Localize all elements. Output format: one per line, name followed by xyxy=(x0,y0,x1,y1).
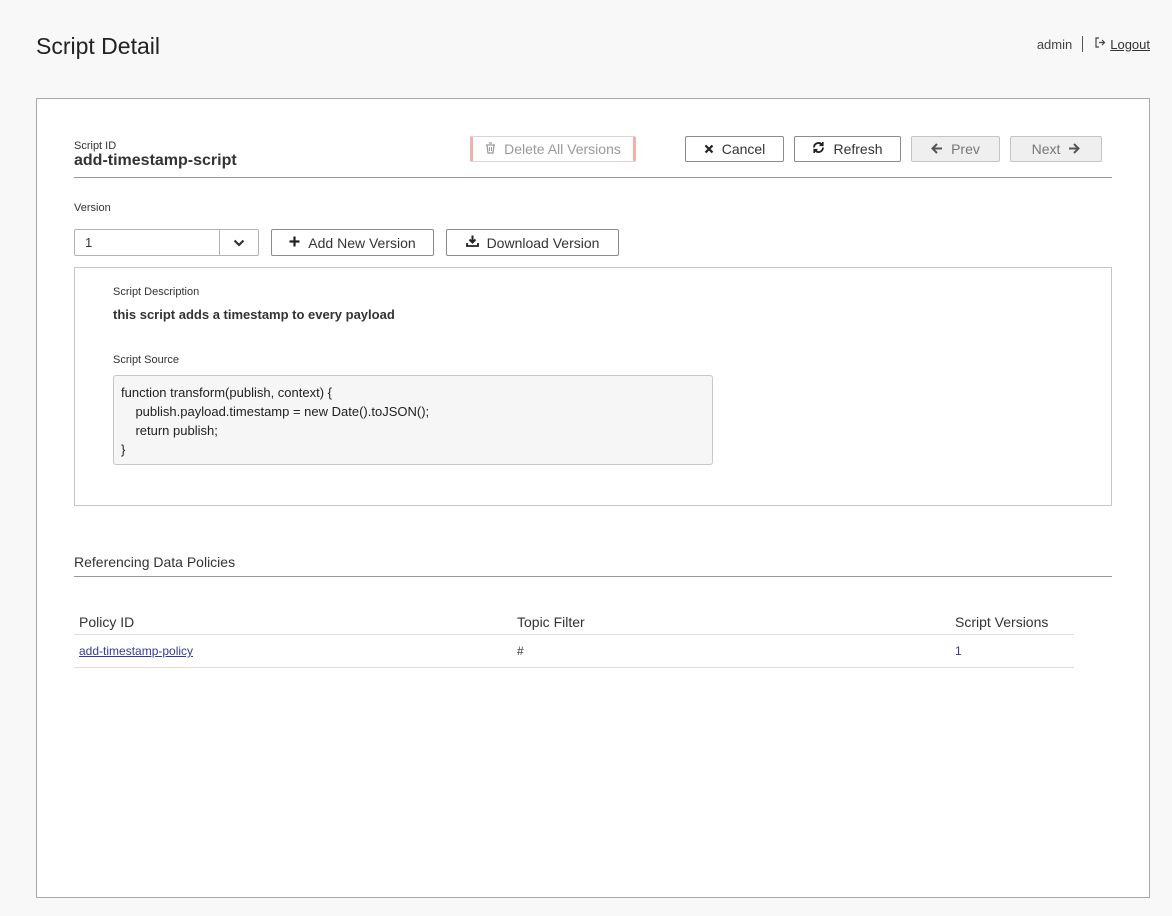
arrow-left-icon xyxy=(931,142,943,157)
refresh-icon xyxy=(812,141,825,157)
script-description-label: Script Description xyxy=(113,286,200,298)
download-version-label: Download Version xyxy=(486,234,600,251)
prev-button[interactable]: Prev xyxy=(911,136,1000,162)
username: admin xyxy=(1036,36,1073,52)
script-versions-cell: 1 xyxy=(950,634,1074,668)
download-icon xyxy=(465,235,479,250)
version-label: Version xyxy=(74,202,111,214)
divider xyxy=(1082,36,1084,52)
next-label: Next xyxy=(1031,141,1061,157)
version-select[interactable]: 1 xyxy=(74,229,259,256)
script-source-code[interactable]: function transform(publish, context) { p… xyxy=(113,375,713,465)
script-source-label: Script Source xyxy=(113,354,180,366)
policies-table: Policy ID Topic Filter Script Versions a… xyxy=(74,609,1074,668)
refresh-label: Refresh xyxy=(833,141,883,157)
logout-link[interactable]: Logout xyxy=(1095,37,1150,52)
download-version-button[interactable]: Download Version xyxy=(446,229,619,256)
trash-icon xyxy=(485,141,496,157)
script-id-label: Script ID xyxy=(74,140,117,152)
script-id-value: add-timestamp-script xyxy=(74,152,237,169)
plus-icon xyxy=(289,235,300,250)
version-select-value: 1 xyxy=(85,235,93,250)
add-new-version-label: Add New Version xyxy=(308,234,416,251)
add-new-version-button[interactable]: Add New Version xyxy=(271,229,434,256)
table-header-row: Policy ID Topic Filter Script Versions xyxy=(74,609,1074,635)
column-header-policy-id: Policy ID xyxy=(74,609,512,635)
sign-out-icon xyxy=(1095,37,1106,51)
table-row: add-timestamp-policy # 1 xyxy=(74,634,1074,668)
refresh-button[interactable]: Refresh xyxy=(794,136,901,162)
column-header-script-versions: Script Versions xyxy=(950,609,1074,635)
policy-id-link[interactable]: add-timestamp-policy xyxy=(79,644,193,658)
arrow-right-icon xyxy=(1068,141,1081,157)
cancel-label: Cancel xyxy=(721,141,766,157)
delete-all-versions-label: Delete All Versions xyxy=(504,141,621,157)
chevron-down-icon[interactable] xyxy=(219,230,258,255)
script-detail-panel: Script ID add-timestamp-script Delete Al… xyxy=(36,98,1150,898)
delete-all-versions-button[interactable]: Delete All Versions xyxy=(470,136,636,162)
policy-id-cell: add-timestamp-policy xyxy=(74,634,512,668)
prev-label: Prev xyxy=(951,141,980,157)
page-title: Script Detail xyxy=(36,33,160,59)
topic-filter-cell: # xyxy=(512,634,950,668)
version-detail-box: Script Description this script adds a ti… xyxy=(74,267,1112,506)
column-header-topic-filter: Topic Filter xyxy=(512,609,950,635)
logout-label: Logout xyxy=(1110,36,1150,52)
script-description-value: this script adds a timestamp to every pa… xyxy=(113,307,395,322)
referencing-policies-title: Referencing Data Policies xyxy=(74,554,1112,577)
close-icon xyxy=(704,142,714,157)
cancel-button[interactable]: Cancel xyxy=(685,136,784,162)
user-area: admin Logout xyxy=(1037,36,1150,52)
next-button[interactable]: Next xyxy=(1010,136,1102,162)
